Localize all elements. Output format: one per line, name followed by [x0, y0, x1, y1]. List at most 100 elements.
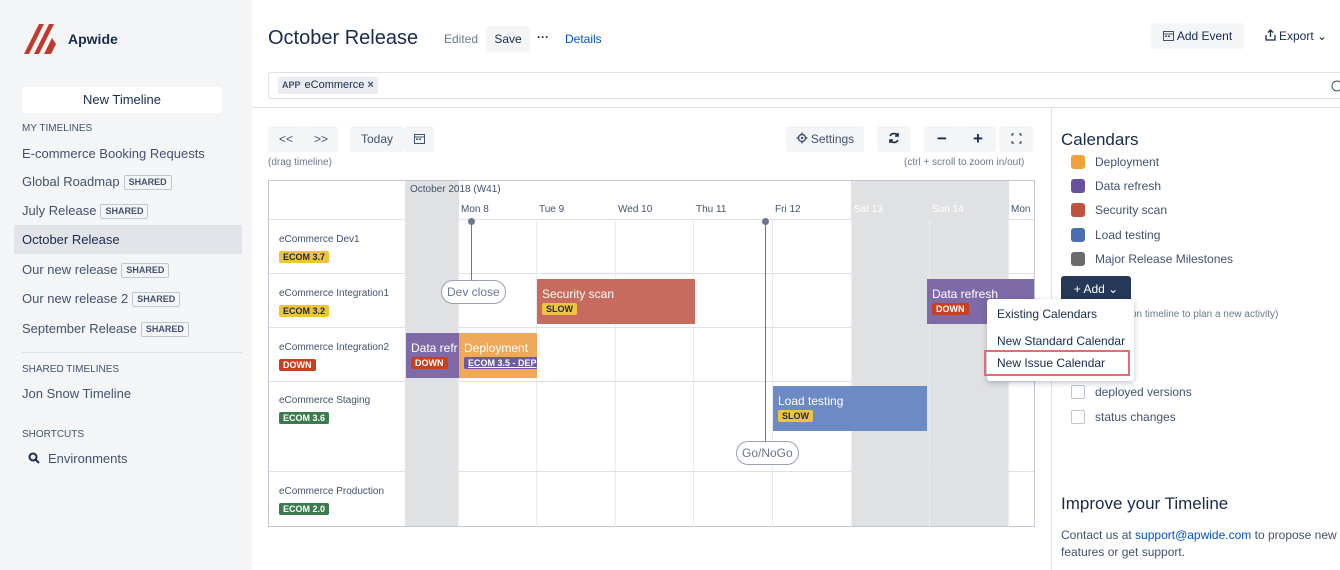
edited-status: Edited	[444, 32, 479, 46]
event-load-testing[interactable]: Load testing SLOW	[773, 386, 927, 431]
version-badge: ECOM 3.6	[279, 412, 330, 424]
panel-divider	[252, 107, 1340, 108]
filter-bar[interactable]: APP eCommerce ×	[268, 72, 1340, 99]
sidebar-item-label: Our new release 2	[22, 291, 129, 306]
calendar-item-load-testing[interactable]: Load testing	[1071, 228, 1160, 242]
sidebar-item-label: Environments	[48, 451, 128, 466]
sidebar-item-october-release[interactable]: October Release	[14, 225, 242, 254]
week-label: October 2018 (W41)	[410, 184, 501, 195]
day-divider	[851, 219, 852, 527]
improve-text-before: Contact us at	[1061, 528, 1136, 542]
close-icon[interactable]: ×	[367, 77, 373, 94]
sidebar-item-july-release[interactable]: July Release SHARED	[14, 196, 242, 225]
row-environment-staging[interactable]: eCommerce Staging ECOM 3.6	[279, 395, 370, 424]
share-icon	[1265, 29, 1276, 41]
row-label: eCommerce Staging	[279, 395, 371, 406]
improve-text: Contact us at support@apwide.com to prop…	[1061, 527, 1340, 561]
save-button[interactable]: Save	[486, 26, 530, 52]
sidebar-item-our-new-release[interactable]: Our new release SHARED	[14, 255, 242, 284]
calendars-heading: Calendars	[1061, 130, 1139, 149]
settings-label: Settings	[810, 132, 855, 146]
sidebar-item-label: Global Roadmap	[22, 174, 120, 189]
expand-icon	[1010, 133, 1022, 144]
milestone-marker	[762, 218, 769, 225]
calendar-label: Major Release Milestones	[1095, 252, 1234, 266]
checkbox[interactable]	[1071, 385, 1085, 399]
row-environment-integration1[interactable]: eCommerce Integration1 ECOM 3.2	[279, 288, 389, 317]
day-divider	[693, 219, 694, 527]
event-security-scan[interactable]: Security scan SLOW	[537, 279, 695, 324]
filter-chip-type: APP	[282, 80, 301, 90]
sidebar-item-global-roadmap[interactable]: Global Roadmap SHARED	[14, 167, 242, 196]
refresh-button[interactable]	[877, 126, 911, 152]
row-label: eCommerce Integration1	[279, 288, 390, 299]
shared-timelines-heading: SHARED TIMELINES	[22, 364, 120, 375]
deployed-versions-checkbox[interactable]: deployed versions	[1071, 385, 1192, 399]
today-button[interactable]: Today	[350, 126, 404, 152]
checkbox-label: deployed versions	[1095, 385, 1192, 399]
shared-badge: SHARED	[100, 204, 149, 220]
zoom-in-button[interactable]: +	[960, 126, 996, 152]
sidebar-item-september-release[interactable]: September Release SHARED	[14, 314, 242, 343]
add-event-button[interactable]: Add Event	[1151, 23, 1244, 49]
export-label: Export	[1279, 29, 1314, 43]
calendar-item-security-scan[interactable]: Security scan	[1071, 203, 1167, 217]
calendar-label: Deployment	[1095, 155, 1160, 169]
status-changes-checkbox[interactable]: status changes	[1071, 410, 1176, 424]
day-divider	[615, 219, 616, 527]
timeline-grid[interactable]: October 2018 (W41) Mon 8 Tue 9 Wed 10 Th…	[268, 180, 1035, 527]
sidebar-item-jon-snow[interactable]: Jon Snow Timeline	[14, 379, 242, 408]
zoom-out-button[interactable]: −	[924, 126, 960, 152]
calendar-label: Security scan	[1095, 203, 1168, 217]
sidebar-item-environments[interactable]: Environments	[14, 444, 242, 473]
checkbox[interactable]	[1071, 410, 1085, 424]
previous-button[interactable]: <<	[268, 126, 304, 152]
sidebar-item-ecommerce-booking[interactable]: E-commerce Booking Requests	[14, 139, 242, 168]
details-link[interactable]: Details	[565, 32, 602, 46]
calendar-item-major-release-milestones[interactable]: Major Release Milestones	[1071, 252, 1233, 266]
row-environment-production[interactable]: eCommerce Production ECOM 2.0	[279, 486, 384, 515]
support-email-link[interactable]: support@apwide.com	[1135, 528, 1251, 542]
milestone-line	[471, 221, 472, 287]
apwide-logo-icon	[24, 24, 56, 54]
improve-heading: Improve your Timeline	[1061, 494, 1229, 513]
menu-item-new-issue-calendar[interactable]: New Issue Calendar	[997, 356, 1105, 370]
day-label: Thu 11	[696, 204, 727, 215]
calendar-item-deployment[interactable]: Deployment	[1071, 155, 1159, 169]
export-button[interactable]: Export ⌄	[1265, 23, 1340, 49]
day-label: Sun 14	[932, 204, 964, 215]
calendar-color-swatch	[1071, 252, 1085, 266]
day-label: Wed 10	[618, 204, 653, 215]
sidebar-item-label: September Release	[22, 321, 137, 336]
event-data-refresh-2[interactable]: Data refr DOWN	[406, 333, 459, 378]
new-timeline-button[interactable]: New Timeline	[22, 87, 222, 113]
more-options-button[interactable]: ···	[530, 26, 556, 52]
filter-chip[interactable]: APP eCommerce ×	[278, 77, 378, 94]
settings-button[interactable]: Settings	[786, 126, 864, 152]
menu-item-existing-calendars[interactable]: Existing Calendars	[997, 307, 1097, 321]
gear-icon	[796, 132, 808, 144]
event-deployment[interactable]: Deployment ECOM 3.5 - DEP	[459, 333, 537, 378]
date-picker-button[interactable]	[404, 126, 434, 152]
calendar-item-data-refresh[interactable]: Data refresh	[1071, 179, 1161, 193]
calendar-color-swatch	[1071, 203, 1085, 217]
sidebar-item-our-new-release-2[interactable]: Our new release 2 SHARED	[14, 284, 242, 313]
search-icon	[28, 452, 40, 464]
sidebar-item-label: October Release	[22, 232, 120, 247]
next-button[interactable]: >>	[304, 126, 338, 152]
fullscreen-button[interactable]	[999, 126, 1033, 152]
menu-item-new-standard-calendar[interactable]: New Standard Calendar	[997, 334, 1125, 348]
milestone-line	[765, 221, 766, 441]
calendar-icon	[1162, 31, 1174, 41]
event-badge: SLOW	[778, 410, 813, 422]
calendar-color-swatch	[1071, 228, 1085, 242]
row-environment-dev1[interactable]: eCommerce Dev1 ECOM 3.7	[279, 234, 360, 263]
app-logo[interactable]: Apwide	[22, 22, 118, 56]
help-icon[interactable]	[1331, 80, 1340, 92]
row-environment-integration2[interactable]: eCommerce Integration2 DOWN	[279, 342, 389, 371]
calendar-label: Data refresh	[1095, 179, 1162, 193]
milestone-go-nogo[interactable]: Go/NoGo	[736, 441, 799, 465]
row-label: eCommerce Production	[279, 486, 385, 497]
milestone-dev-close[interactable]: Dev close	[441, 280, 506, 304]
calendar-color-swatch	[1071, 179, 1085, 193]
